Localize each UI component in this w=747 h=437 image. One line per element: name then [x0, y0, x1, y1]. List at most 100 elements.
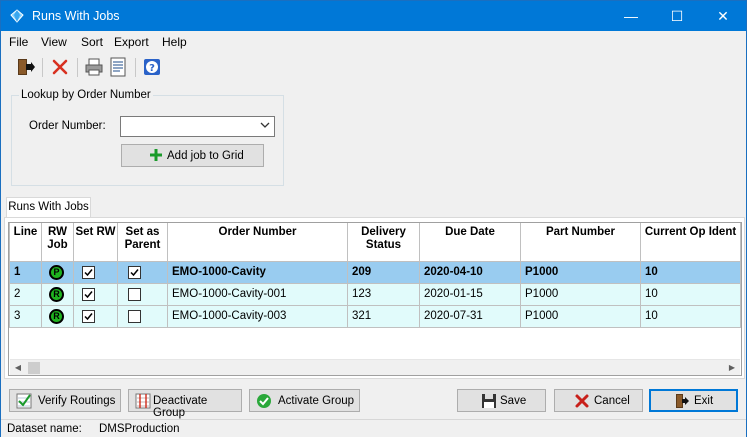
app-diamond-icon [10, 9, 24, 23]
chevron-down-icon[interactable] [260, 120, 270, 130]
close-button[interactable]: ✕ [700, 1, 746, 31]
set-rw-checkbox[interactable] [82, 265, 95, 279]
horizontal-scrollbar[interactable]: ◀ ▶ [10, 359, 740, 375]
rw-job-cell: R [41, 282, 74, 306]
red-x-icon [575, 394, 589, 408]
part-number-cell: P1000 [520, 282, 641, 306]
maximize-button[interactable]: ☐ [654, 1, 700, 31]
main-window: Runs With Jobs — ☐ ✕ File View Sort Expo… [0, 0, 747, 437]
current-op-cell: 10 [640, 282, 741, 306]
scroll-left-icon[interactable]: ◀ [12, 362, 24, 374]
cancel-label: Cancel [594, 395, 630, 407]
column-header[interactable]: Line [9, 223, 42, 262]
line-cell: 2 [9, 282, 42, 306]
jobs-grid[interactable]: Line RW Job Set RW Set as Parent Order N… [8, 222, 742, 376]
order-number-cell: EMO-1000-Cavity [167, 260, 348, 284]
delivery-status-cell: 321 [347, 304, 420, 328]
floppy-disk-icon [482, 394, 496, 408]
menu-sort[interactable]: Sort [81, 35, 103, 49]
dataset-name-value: DMSProduction [99, 423, 180, 435]
rw-job-cell: P [41, 260, 74, 284]
grid-body: 1 P EMO-1000-Cavity 209 2020-04-10 P1000 10 2 R E… [9, 260, 741, 328]
set-parent-checkbox[interactable] [128, 309, 141, 323]
column-header[interactable]: Current Op Ident [640, 223, 741, 262]
deactivate-group-icon [135, 393, 151, 409]
set-parent-cell [117, 282, 168, 306]
set-rw-checkbox[interactable] [82, 287, 95, 301]
column-header[interactable]: Order Number [167, 223, 348, 262]
set-parent-checkbox[interactable] [128, 287, 141, 301]
line-cell: 3 [9, 304, 42, 328]
toolbar-separator [42, 58, 43, 77]
set-parent-checkbox[interactable] [128, 265, 141, 279]
delivery-status-cell: 209 [347, 260, 420, 284]
minimize-button[interactable]: — [608, 1, 654, 31]
line-cell: 1 [9, 260, 42, 284]
delete-x-icon[interactable] [49, 56, 71, 78]
rw-job-badge: P [49, 264, 64, 280]
dataset-name-label: Dataset name: [7, 423, 82, 435]
activate-group-button[interactable]: Activate Group [249, 389, 360, 412]
due-date-cell: 2020-07-31 [419, 304, 521, 328]
exit-button[interactable]: Exit [649, 389, 738, 412]
menu-bar: File View Sort Export Help [1, 31, 746, 52]
set-parent-cell [117, 304, 168, 328]
verify-check-icon [16, 393, 32, 409]
help-icon[interactable]: ? [141, 56, 163, 78]
jobs-table: Line RW Job Set RW Set as Parent Order N… [9, 223, 741, 328]
scroll-right-icon[interactable]: ▶ [726, 362, 738, 374]
exit-door-icon [676, 394, 689, 408]
save-label: Save [500, 395, 527, 407]
column-header[interactable]: Set as Parent [117, 223, 168, 262]
order-number-cell: EMO-1000-Cavity-001 [167, 282, 348, 306]
verify-routings-label: Verify Routings [38, 395, 116, 407]
status-bar: Dataset name: DMSProduction [1, 419, 746, 437]
set-rw-checkbox[interactable] [82, 309, 95, 323]
set-rw-cell [73, 304, 118, 328]
column-header[interactable]: RW Job [41, 223, 74, 262]
rw-job-cell: R [41, 304, 74, 328]
set-parent-cell [117, 260, 168, 284]
print-preview-icon[interactable] [107, 56, 129, 78]
toolbar: ? [1, 54, 746, 81]
verify-routings-button[interactable]: Verify Routings [9, 389, 121, 412]
order-number-cell: EMO-1000-Cavity-003 [167, 304, 348, 328]
menu-file[interactable]: File [9, 35, 28, 49]
lookup-group-title: Lookup by Order Number [19, 89, 153, 101]
menu-export[interactable]: Export [114, 35, 149, 49]
cancel-button[interactable]: Cancel [554, 389, 643, 412]
menu-help[interactable]: Help [162, 35, 187, 49]
deactivate-group-button[interactable]: Deactivate Group [128, 389, 242, 419]
green-check-circle-icon [257, 394, 271, 408]
delivery-status-cell: 123 [347, 282, 420, 306]
current-op-cell: 10 [640, 304, 741, 328]
due-date-cell: 2020-04-10 [419, 260, 521, 284]
order-number-label: Order Number: [29, 120, 106, 132]
print-icon[interactable] [83, 56, 105, 78]
exit-label: Exit [694, 395, 714, 407]
column-header[interactable]: Due Date [419, 223, 521, 262]
table-row[interactable]: 3 R EMO-1000-Cavity-003 321 2020-07-31 P1000 1… [9, 304, 741, 328]
activate-group-label: Activate Group [278, 395, 355, 407]
toolbar-separator [135, 58, 136, 77]
exit-door-icon[interactable] [14, 56, 36, 78]
part-number-cell: P1000 [520, 304, 641, 328]
column-header[interactable]: Part Number [520, 223, 641, 262]
column-header[interactable]: Delivery Status [347, 223, 420, 262]
lookup-groupbox [11, 95, 284, 186]
order-number-combo[interactable] [120, 116, 275, 137]
rw-job-badge: R [49, 286, 64, 302]
menu-view[interactable]: View [41, 35, 67, 49]
column-header[interactable]: Set RW [73, 223, 118, 262]
part-number-cell: P1000 [520, 260, 641, 284]
set-rw-cell [73, 282, 118, 306]
scroll-thumb[interactable] [28, 362, 40, 374]
plus-icon [150, 149, 162, 161]
add-job-button[interactable]: Add job to Grid [121, 144, 264, 167]
table-row[interactable]: 1 P EMO-1000-Cavity 209 2020-04-10 P1000 10 [9, 260, 741, 284]
tab-runs-with-jobs[interactable]: Runs With Jobs [6, 197, 91, 218]
table-row[interactable]: 2 R EMO-1000-Cavity-001 123 2020-01-15 P1000 1… [9, 282, 741, 306]
save-button[interactable]: Save [457, 389, 546, 412]
title-bar: Runs With Jobs — ☐ ✕ [1, 1, 746, 31]
toolbar-separator [77, 58, 78, 77]
